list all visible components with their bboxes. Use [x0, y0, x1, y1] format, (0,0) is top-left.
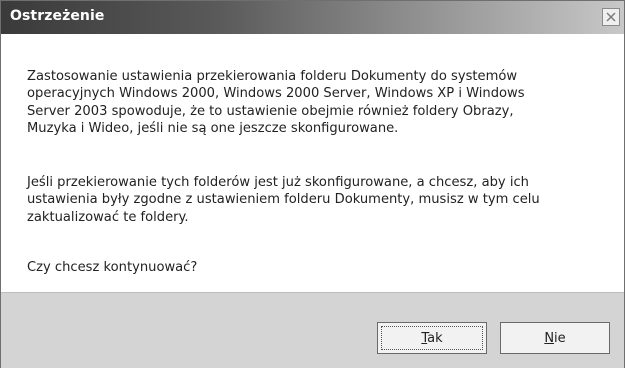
focus-rectangle — [381, 326, 483, 350]
no-button[interactable]: Nie — [500, 322, 610, 354]
no-label-rest: ie — [554, 330, 566, 346]
message-area: Zastosowanie ustawienia przekierowania f… — [1, 34, 624, 292]
warning-dialog: Ostrzeżenie Zastosowanie ustawienia prze… — [0, 0, 625, 368]
close-icon — [606, 12, 616, 22]
dialog-title: Ostrzeżenie — [10, 8, 105, 24]
no-button-label: Nie — [544, 331, 565, 346]
title-bar[interactable]: Ostrzeżenie — [1, 1, 624, 34]
yes-button[interactable]: Tak — [377, 322, 487, 354]
message-question: Czy chcesz kontynuować? — [27, 260, 198, 275]
no-mnemonic: N — [544, 330, 555, 346]
message-paragraph-2: Jeśli przekierowanie tych folderów jest … — [27, 175, 540, 225]
close-button[interactable] — [602, 8, 620, 26]
button-bar: Tak Nie — [1, 292, 624, 368]
message-paragraph-1: Zastosowanie ustawienia przekierowania f… — [27, 69, 525, 136]
